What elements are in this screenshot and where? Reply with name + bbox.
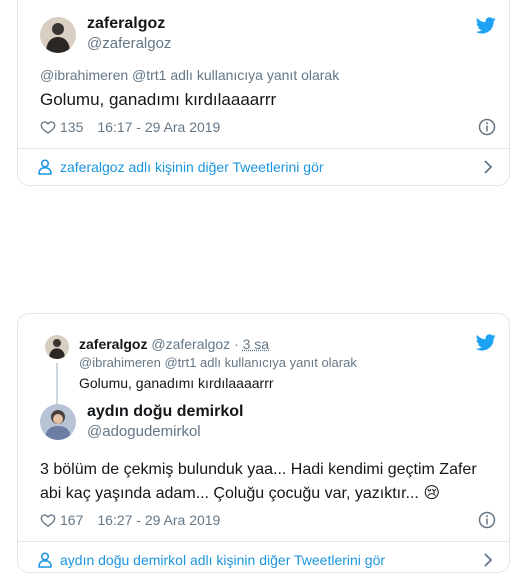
crying-face-emoji: 😢 [423, 485, 440, 502]
avatar-zaferalgoz[interactable] [40, 17, 76, 53]
reply-context: @ibrahimeren @trt1 adlı kullanıcıya yanı… [40, 67, 339, 83]
chevron-right-icon[interactable] [483, 553, 493, 567]
more-tweets-label[interactable]: aydın doğu demirkol adlı kişinin diğer T… [60, 552, 385, 568]
avatar-image [45, 335, 69, 359]
parent-tweet-age[interactable]: 3 sa [243, 336, 269, 352]
timestamp[interactable]: 16:27 - 29 Ara 2019 [97, 512, 220, 528]
timestamp[interactable]: 16:17 - 29 Ara 2019 [97, 119, 220, 135]
info-icon[interactable] [478, 118, 496, 136]
user-handle[interactable]: @zaferalgoz [87, 35, 171, 52]
more-tweets-label[interactable]: zaferalgoz adlı kişinin diğer Tweetlerin… [60, 159, 324, 175]
display-name[interactable]: zaferalgoz [87, 15, 165, 33]
like-count[interactable]: 167 [60, 512, 83, 528]
person-icon [38, 159, 52, 175]
twitter-bird-icon[interactable] [476, 17, 496, 34]
avatar-image [40, 17, 76, 53]
avatar-zaferalgoz-small[interactable] [45, 335, 69, 359]
parent-display-name[interactable]: zaferalgoz [79, 336, 147, 352]
more-tweets-link[interactable]: zaferalgoz adlı kişinin diğer Tweetlerin… [18, 149, 509, 185]
like-count[interactable]: 135 [60, 119, 83, 135]
tweet-card-zaferalgoz: zaferalgoz @zaferalgoz @ibrahimeren @trt… [17, 0, 510, 186]
display-name[interactable]: aydın doğu demirkol [87, 403, 243, 421]
avatar-adogudemirkol[interactable] [40, 404, 76, 440]
parent-handle[interactable]: @zaferalgoz [151, 336, 230, 352]
heart-icon[interactable] [40, 512, 56, 528]
tweet-text-line-1: 3 bölüm de çekmiş bulunduk yaa... Hadi k… [40, 458, 477, 482]
thread-line [56, 363, 58, 405]
twitter-bird-icon[interactable] [476, 334, 496, 351]
user-handle[interactable]: @adogudemirkol [87, 423, 201, 440]
tweet-text-line-2: abi kaç yaşında adam... Çoluğu çocuğu va… [40, 482, 477, 506]
parent-tweet-text: Golumu, ganadımı kırdılaaaarrr [79, 375, 274, 391]
tweet-text-line-2-content: abi kaç yaşında adam... Çoluğu çocuğu va… [40, 485, 419, 502]
parent-tweet-header: zaferalgoz @zaferalgoz · 3 sa [79, 336, 269, 352]
heart-icon[interactable] [40, 119, 56, 135]
parent-reply-context: @ibrahimeren @trt1 adlı kullanıcıya yanı… [79, 355, 357, 370]
separator-dot: · [234, 336, 239, 352]
info-icon[interactable] [478, 511, 496, 529]
tweet-meta: 135 16:17 - 29 Ara 2019 [40, 119, 220, 135]
tweet-card-adogudemirkol: zaferalgoz @zaferalgoz · 3 sa @ibrahimer… [17, 313, 510, 573]
tweet-meta: 167 16:27 - 29 Ara 2019 [40, 512, 220, 528]
avatar-image [40, 404, 76, 440]
tweet-text: 3 bölüm de çekmiş bulunduk yaa... Hadi k… [40, 458, 477, 506]
chevron-right-icon[interactable] [483, 160, 493, 174]
person-icon [38, 552, 52, 568]
more-tweets-link[interactable]: aydın doğu demirkol adlı kişinin diğer T… [18, 542, 509, 578]
tweet-text: Golumu, ganadımı kırdılaaaarrr [40, 90, 276, 110]
